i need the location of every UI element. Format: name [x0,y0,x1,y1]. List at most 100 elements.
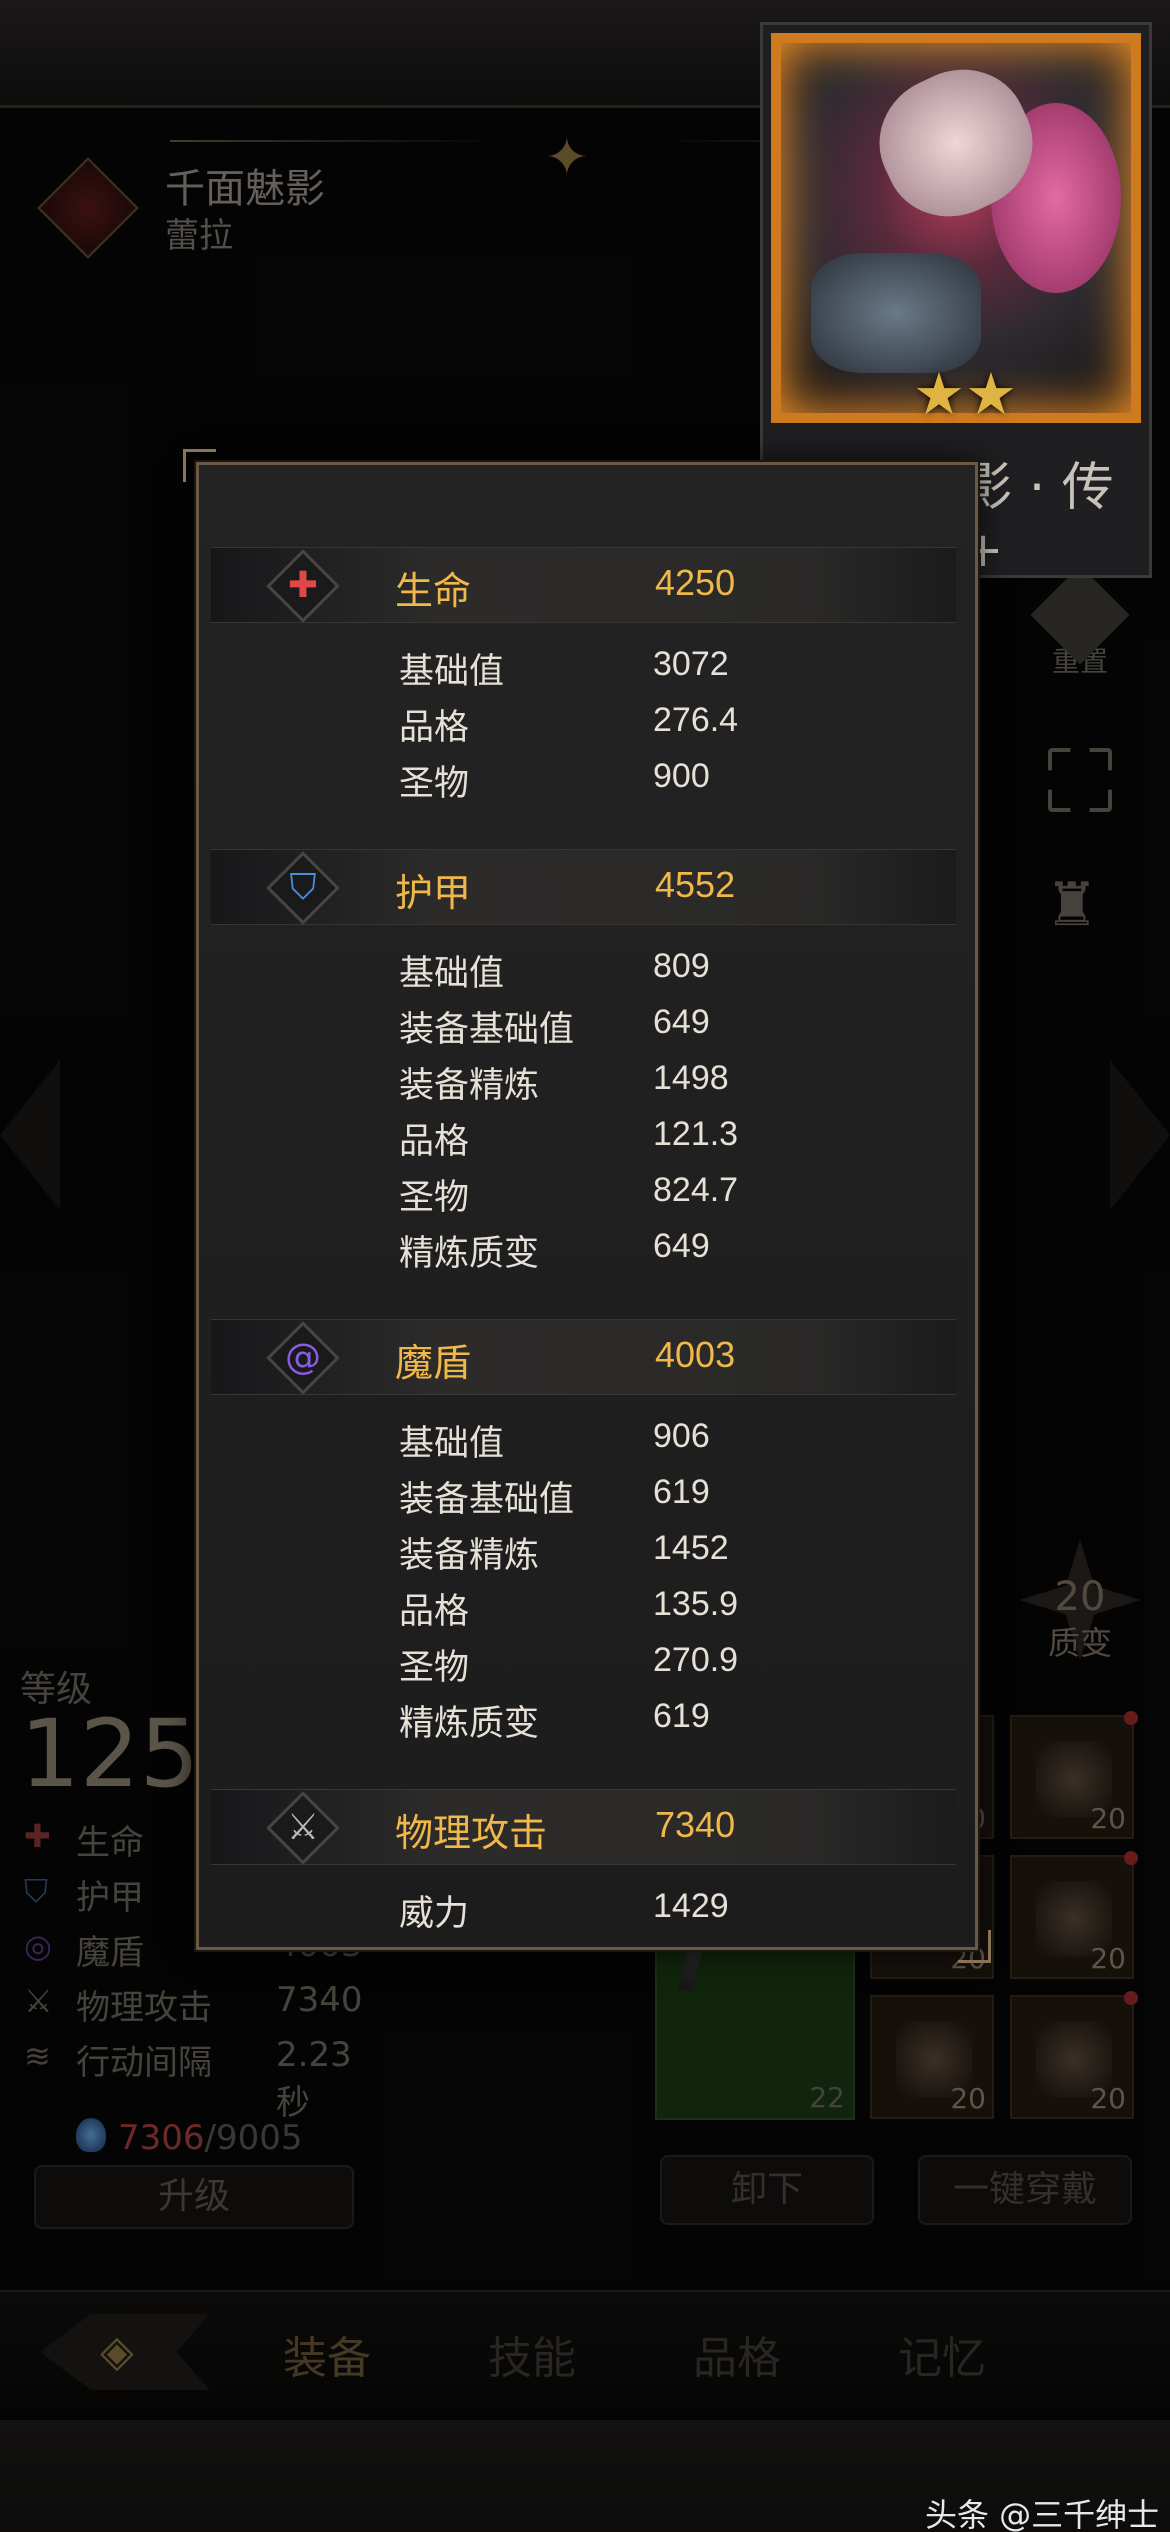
swirl-icon: @ [266,1321,340,1395]
character-name: 蕾拉 [165,216,233,256]
swirl-icon: ◎ [24,1927,52,1965]
equip-all-button[interactable]: 一键穿戴 [918,2155,1132,2225]
stat-row: 装备精炼 1452 [199,1523,981,1579]
slot-count: 20 [950,2082,986,2115]
transmute-label: 质变 [1047,1624,1112,1662]
transmute-button[interactable]: 20 质变 [1020,1540,1140,1670]
reset-button[interactable]: 重置 [1030,565,1130,690]
equipment-slot[interactable]: 20 [870,1995,994,2119]
slot-count: 20 [1090,1802,1126,1835]
stat-row: 装备基础值 649 [199,997,981,1053]
row-value: 1429 [653,1887,729,1925]
stat-total: 7340 [655,1804,736,1845]
row-label: 基础值 [399,954,505,994]
row-label: 圣物 [399,764,470,804]
upgrade-button[interactable]: 升级 [34,2165,354,2229]
stat-name: 魔盾 [395,1341,472,1385]
prev-hero-arrow[interactable] [0,1060,60,1210]
slot-count: 20 [1090,1942,1126,1975]
row-label: 装备基础值 [399,1010,575,1050]
row-label: 品格 [399,1122,470,1162]
row-label: 圣物 [399,1178,470,1218]
tab-equipment[interactable]: 装备 [283,2322,371,2386]
mini-stat-value: 7340 [276,1980,363,2020]
row-value: 824.7 [653,1171,739,1209]
equipment-slot[interactable]: 20 [1010,1851,1138,1979]
equipment-slot[interactable]: 20 [1010,1991,1138,2119]
cross-icon: ✚ [24,1817,51,1855]
stat-header: ⛉ 护甲 4552 [211,849,956,925]
row-label: 装备精炼 [399,1536,540,1576]
row-value: 270.9 [653,1641,739,1679]
stat-total: 4250 [655,562,736,603]
tab-skills[interactable]: 技能 [488,2322,576,2386]
armor-icon[interactable]: ♜ [1045,870,1099,940]
stat-row: 圣物 270.9 [199,1635,981,1691]
notification-dot [1124,1991,1138,2005]
stat-row: 圣物 824.7 [199,1165,981,1221]
mini-stat-label: 魔盾 [76,1933,144,1973]
row-label: 精炼质变 [399,1234,540,1274]
row-label: 装备精炼 [399,1066,540,1106]
rank-stars-icon: ✦ [545,128,589,188]
stat-header: @ 魔盾 4003 [211,1319,956,1395]
stat-section-magic-shield: @ 魔盾 4003 基础值 906 装备基础值 619 装备精炼 1452 品格 135… [199,1319,981,1747]
row-value: 809 [653,947,710,985]
exp-current: 7306 [118,2118,205,2158]
stat-row: 品格 276.4 [199,695,981,751]
cross-icon: ✚ [266,549,340,623]
character-title: 千面魅影 [165,166,325,212]
row-value: 619 [653,1473,710,1511]
row-value: 1452 [653,1529,729,1567]
portrait-armor [811,253,981,373]
row-value: 619 [653,1697,710,1735]
next-hero-arrow[interactable] [1110,1060,1170,1210]
stat-row: 装备精炼 1498 [199,1053,981,1109]
row-value: 906 [653,1417,710,1455]
notification-dot [1124,1851,1138,1865]
weapon-count: 22 [809,2081,845,2114]
stat-total: 4003 [655,1334,736,1375]
row-label: 品格 [399,708,470,748]
stat-breakdown: 威力 1429 [199,1881,981,1937]
row-value: 649 [653,1227,710,1265]
stat-breakdown: 基础值 809 装备基础值 649 装备精炼 1498 品格 121.3 圣物 824.7… [199,941,981,1277]
row-label: 圣物 [399,1648,470,1688]
mini-stat-value: 2.23秒 [276,2035,352,2123]
row-label: 基础值 [399,1424,505,1464]
attribute-detail-popup: ✚ 生命 4250 基础值 3072 品格 276.4 圣物 900 ⛉ 护甲 455… [183,449,991,1963]
stat-name: 护甲 [395,871,472,915]
sword-icon: ⚔ [24,1982,53,2020]
shield-icon: ⛉ [266,851,340,925]
stat-section-health: ✚ 生命 4250 基础值 3072 品格 276.4 圣物 900 [199,547,981,807]
wind-icon: ≋ [24,2037,51,2075]
transmute-level: 20 [1054,1574,1106,1620]
stat-row: 精炼质变 619 [199,1691,981,1747]
unequip-button[interactable]: 卸下 [660,2155,874,2225]
row-value: 649 [653,1003,710,1041]
stat-row: 品格 135.9 [199,1579,981,1635]
row-value: 900 [653,757,710,795]
equipment-slot[interactable]: 20 [1010,1711,1138,1839]
tab-memory[interactable]: 记忆 [898,2322,986,2386]
mini-stat-label: 行动间隔 [76,2043,212,2083]
row-label: 精炼质变 [399,1704,540,1744]
stat-name: 物理攻击 [395,1811,548,1855]
sword-icon: ⚔ [266,1791,340,1865]
mini-stat-label: 护甲 [76,1878,144,1918]
stat-row: 威力 1429 [199,1881,981,1937]
row-label: 基础值 [399,652,505,692]
row-value: 276.4 [653,701,739,739]
back-arrow-icon: ◈ [100,2326,134,2377]
slot-count: 20 [1090,2082,1126,2115]
exp-separator: / [204,2118,216,2158]
stat-header: ⚔ 物理攻击 7340 [211,1789,956,1865]
back-button[interactable]: ◈ [40,2314,210,2390]
row-label: 威力 [399,1894,470,1934]
stat-header: ✚ 生命 4250 [211,547,956,623]
stat-total: 4552 [655,864,736,905]
level-value: 125 [20,1700,200,1809]
row-value: 1498 [653,1059,729,1097]
expand-icon[interactable] [1048,748,1112,812]
tab-character[interactable]: 品格 [693,2322,781,2386]
